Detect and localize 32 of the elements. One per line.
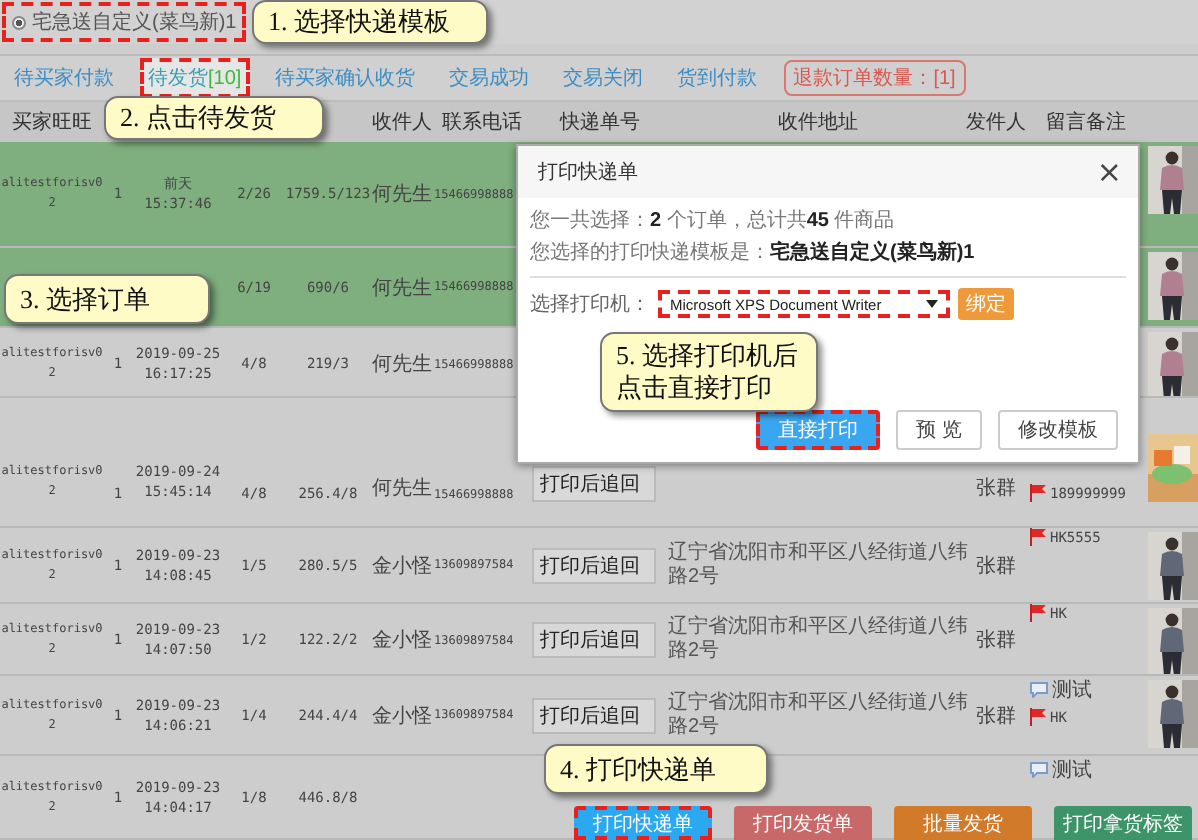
column-header: 收件地址: [778, 109, 858, 136]
column-header: 发件人: [966, 110, 1026, 136]
column-header: 收件人: [372, 110, 432, 136]
callout-tooltip: 5. 选择打印机后点击直接打印: [600, 332, 818, 412]
address-text: 辽宁省沈阳市和平区八经街道八纬路2号: [668, 691, 968, 739]
address-text: 辽宁省沈阳市和平区八经街道八纬路2号: [668, 616, 968, 664]
callout-tooltip: 2. 点击待发货: [104, 96, 324, 140]
address-text: 辽宁省沈阳市和平区八经街道八纬路2号: [668, 541, 968, 589]
callout-tooltip: 3. 选择订单: [4, 274, 210, 324]
sender-name: 张群: [976, 475, 1016, 502]
recipient-name: 金小怪: [372, 703, 432, 729]
recipient-name: 何先生: [372, 351, 432, 378]
recipient-name: 何先生: [372, 475, 432, 502]
recipient-name: 何先生: [372, 275, 432, 301]
column-header: 买家旺旺: [12, 109, 92, 136]
memo-text: 测试: [1052, 757, 1092, 784]
callout-tooltip: 4. 打印快递单: [544, 744, 768, 794]
sender-name: 张群: [976, 703, 1016, 729]
recipient-name: 金小怪: [372, 553, 432, 579]
printer-label: 选择打印机：: [530, 291, 650, 318]
column-header: 联系电话: [442, 109, 522, 136]
selection-summary: 您一共选择：2 个订单，总计共45 件商品: [530, 207, 897, 236]
callout-tooltip: 1. 选择快递模板: [252, 0, 488, 44]
column-header: 留言备注: [1046, 109, 1126, 136]
recipient-name: 何先生: [372, 181, 432, 208]
dialog-title: 打印快递单: [538, 159, 638, 186]
radio-label: 宅急送自定义(菜鸟新)1: [32, 9, 237, 36]
sender-name: 张群: [976, 553, 1016, 579]
sender-name: 张群: [976, 627, 1016, 654]
memo-text: 测试: [1052, 677, 1092, 704]
recipient-name: 金小怪: [372, 627, 432, 654]
column-header: 快递单号: [560, 109, 640, 136]
